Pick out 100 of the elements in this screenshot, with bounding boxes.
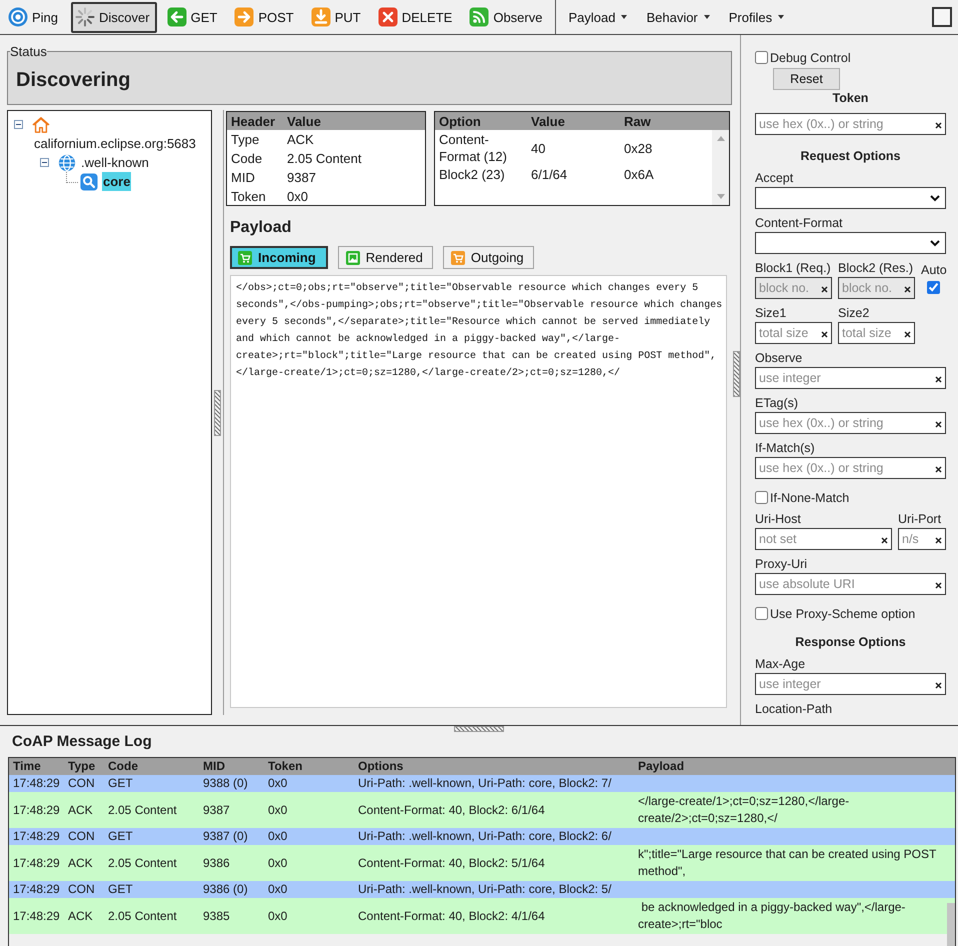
checkbox-label[interactable]: Auto [921, 263, 947, 277]
clear-icon[interactable] [935, 421, 942, 428]
text-field[interactable]: n/s [898, 528, 946, 550]
table-header: MID [202, 758, 226, 775]
table-cell-text: </large-create/1>;ct=0;sz=1280,</large-create/2>;ct=0;sz=1280,</ [637, 793, 850, 827]
text-field[interactable]: use integer [755, 673, 946, 695]
table-row[interactable]: 17:48:29 CON GET 9387 (0) 0x0 Uri-Path: .well-known, Uri-Path: core, Block2: 6/ [9, 828, 955, 845]
table-header: Raw [623, 114, 652, 128]
table-cell-text: 9385 [202, 908, 231, 924]
checkbox[interactable] [755, 51, 768, 64]
checkbox-label[interactable]: Debug Control [770, 50, 851, 64]
delete-button[interactable]: DELETE [374, 2, 460, 32]
payload-tab[interactable]: Incoming [230, 246, 328, 269]
tree-item[interactable]: californium.eclipse.org:5683 [33, 134, 197, 153]
checkbox-label[interactable]: Use Proxy-Scheme option [770, 606, 916, 620]
field-label: Size2 [838, 306, 870, 321]
table-cell-text: 0x0 [267, 775, 288, 792]
text-field[interactable]: use absolute URI [755, 573, 946, 595]
table-cell-text: Uri-Path: .well-known, Uri-Path: core, Block2: 5/ [357, 881, 612, 898]
house-icon [32, 116, 50, 134]
table-cell-text: 17:48:29 [12, 802, 61, 818]
dropdown[interactable] [755, 187, 946, 209]
ping-button[interactable]: Ping [4, 2, 66, 32]
table-cell-text: Block2 (23) [438, 166, 506, 183]
text-field[interactable]: total size [838, 322, 915, 344]
payload-title: Payload [230, 218, 292, 238]
table-header: Header [230, 114, 276, 128]
table-cell-text: ACK [67, 854, 94, 872]
clear-icon[interactable] [881, 537, 888, 544]
table-row[interactable]: 17:48:29 CON GET 9386 (0) 0x0 Uri-Path: .well-known, Uri-Path: core, Block2: 5/ [9, 881, 955, 898]
table-cell-text: 0x0 [267, 854, 288, 872]
text-field[interactable]: use hex (0x..) or string [755, 113, 946, 135]
caret-icon [778, 15, 784, 19]
text-field[interactable]: use hex (0x..) or string [755, 412, 946, 434]
table-cell-text: Code [230, 150, 264, 168]
text-field[interactable]: use integer [755, 367, 946, 389]
clear-icon[interactable] [821, 331, 828, 338]
checkbox-label[interactable]: If-None-Match [770, 490, 850, 504]
checkbox[interactable] [755, 607, 768, 620]
rss-icon [469, 7, 490, 27]
collapse-icon[interactable] [14, 120, 23, 129]
text-field[interactable]: not set [755, 528, 892, 550]
clear-icon[interactable] [821, 286, 828, 293]
payload-tab[interactable]: Outgoing [442, 246, 534, 269]
observe-button[interactable]: Observe [465, 2, 550, 32]
caret-icon [621, 15, 628, 19]
toggle-checkbox[interactable] [932, 7, 952, 27]
clear-icon[interactable] [935, 466, 942, 473]
table-cell-text: ACK [286, 131, 315, 149]
table-row[interactable]: 17:48:29 ACK 2.05 Content 9387 0x0 Content-Format: 40, Block2: 6/1/64 </large-create/1>;ct=0;sz=1280,</large-create/2>;ct=0;sz=1280,</ [9, 792, 955, 828]
text-field[interactable]: total size [755, 322, 832, 344]
text-field[interactable]: use hex (0x..) or string [755, 457, 946, 479]
clear-icon[interactable] [935, 682, 942, 689]
menu-button[interactable]: Payload [560, 10, 636, 24]
clear-icon[interactable] [935, 537, 942, 544]
post-button[interactable]: POST [230, 2, 301, 32]
tree-item[interactable]: .well-known [80, 153, 150, 172]
status-text: Discovering [16, 68, 130, 93]
payload-textbox[interactable]: </obs>;ct=0;obs;rt="observe";title="Observable resource which changes every 5 seconds",</obs-pumping>;obs;rt="observe";title="Observable resource which changes every 5 seconds",</separate>;title="Resource which cannot be served immediately and which cannot be acknowledged in a piggy-backed way",</large-create>;rt="block";title="Large resource that can be created using POST method",</large-create/1>;ct=0;sz=1280,</large-create/2>;ct=0;sz=1280,</ [230, 275, 727, 708]
cart-icon [238, 250, 252, 264]
checkbox[interactable] [755, 491, 768, 504]
action-button[interactable]: Reset [773, 68, 840, 90]
splitter-handle[interactable] [214, 390, 221, 436]
table-cell-text: CON [67, 828, 96, 845]
table-cell-text: 9386 [202, 854, 231, 872]
chevron-down-icon [930, 195, 940, 202]
table-cell-text: k";title="Large resource that can be created using POST method", [637, 846, 938, 880]
table-cell-text: Uri-Path: .well-known, Uri-Path: core, Block2: 7/ [357, 775, 612, 792]
splitter-handle[interactable] [733, 351, 740, 397]
table-row[interactable]: 17:48:29 ACK 2.05 Content 9386 0x0 Content-Format: 40, Block2: 5/1/64 k";title="Large resource that can be created using POST method", [9, 845, 955, 881]
dropdown[interactable] [755, 232, 946, 254]
table-header: Value [286, 114, 322, 128]
table-row[interactable]: 17:48:29 ACK 2.05 Content 9385 0x0 Content-Format: 40, Block2: 4/1/64 be acknowledged in a piggy-backed way",</large-create>;rt="bloc [9, 898, 955, 934]
splitter-handle[interactable] [454, 726, 504, 732]
menu-button[interactable]: Profiles [720, 10, 792, 24]
table-cell-text: Content-Format (12) [438, 131, 508, 165]
menu-button[interactable]: Behavior [638, 10, 718, 24]
table-cell-text: 9387 (0) [202, 828, 249, 845]
payload-tab[interactable]: Rendered [338, 246, 433, 269]
tree-item[interactable]: core [102, 172, 132, 191]
discover-button[interactable]: Discover [71, 2, 157, 32]
clear-icon[interactable] [904, 331, 911, 338]
clear-icon[interactable] [935, 122, 942, 129]
field-label: Location-Path [755, 702, 832, 717]
table-cell-text: ACK [67, 802, 94, 818]
field-label: Max-Age [755, 657, 806, 672]
checkbox[interactable] [927, 281, 940, 294]
table-cell-text: 0x6A [623, 166, 655, 183]
put-button[interactable]: PUT [306, 2, 368, 32]
get-button[interactable]: GET [162, 2, 224, 32]
section-heading: Request Options [800, 149, 900, 164]
table-cell-text: GET [107, 881, 134, 898]
table-row[interactable]: 17:48:29 CON GET 9388 (0) 0x0 Uri-Path: .well-known, Uri-Path: core, Block2: 7/ [9, 775, 955, 792]
field-label: Proxy-Uri [755, 557, 808, 572]
chevron-down-icon [930, 240, 940, 247]
scrollbar-thumb[interactable] [947, 903, 955, 946]
clear-icon[interactable] [935, 376, 942, 383]
collapse-icon[interactable] [40, 158, 49, 167]
clear-icon[interactable] [935, 582, 942, 589]
clear-icon[interactable] [904, 286, 911, 293]
